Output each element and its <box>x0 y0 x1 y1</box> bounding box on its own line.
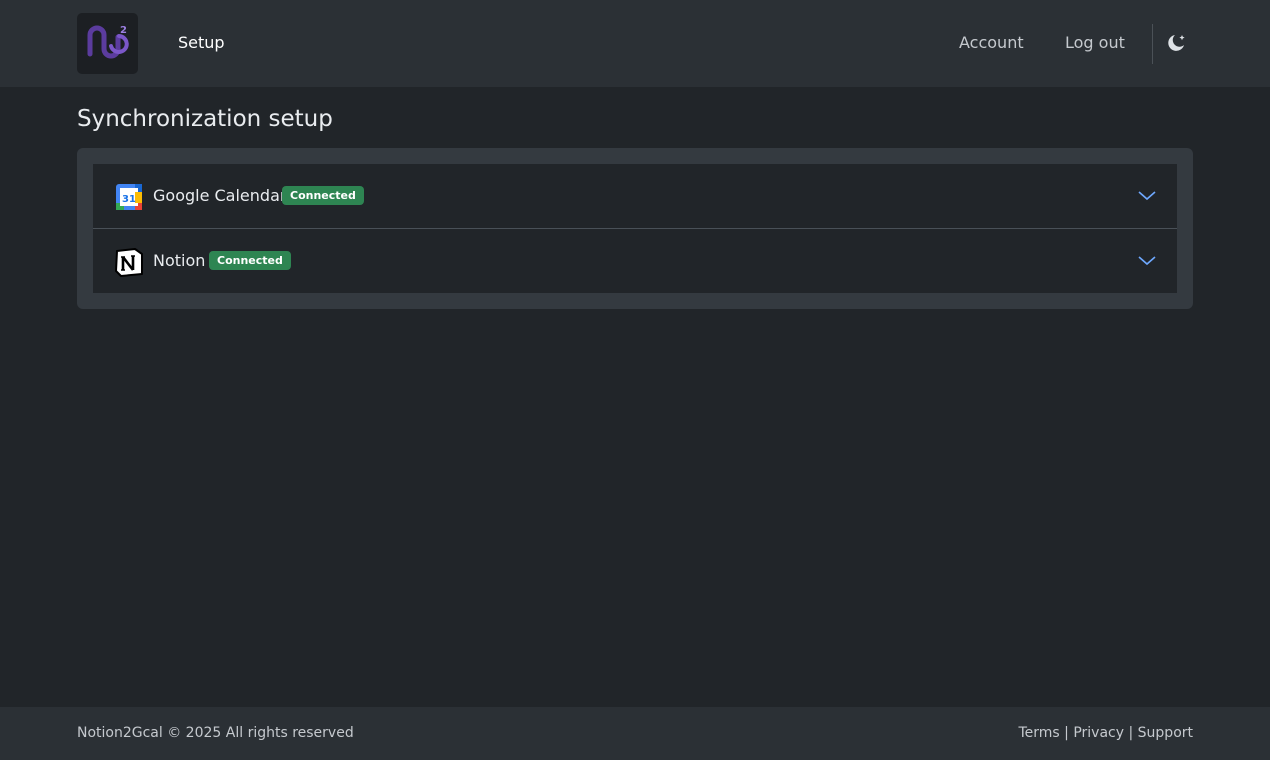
notion2gcal-logo-icon: 2 <box>87 25 129 59</box>
footer-separator: | <box>1064 725 1069 741</box>
nav-link-setup[interactable]: Setup <box>178 33 225 52</box>
moon-stars-icon <box>1168 35 1185 51</box>
theme-toggle-button[interactable] <box>1166 32 1188 54</box>
brand-logo[interactable]: 2 <box>77 13 138 74</box>
top-navbar: 2 Setup Account Log out <box>0 0 1270 87</box>
page-footer: Notion2Gcal © 2025 All rights reserved T… <box>0 707 1270 760</box>
footer-link-privacy[interactable]: Privacy <box>1073 725 1124 741</box>
integration-name-notion: Notion <box>153 251 206 270</box>
sync-setup-card: 31 Google Calendar Connected Notion Conn… <box>77 148 1193 309</box>
integration-name-google-calendar: Google Calendar <box>153 186 287 205</box>
status-badge-notion: Connected <box>209 251 291 270</box>
chevron-down-icon[interactable] <box>1137 253 1157 267</box>
nav-link-logout[interactable]: Log out <box>1065 33 1125 52</box>
nav-divider <box>1152 24 1153 64</box>
calendar-day-number: 31 <box>122 194 136 205</box>
footer-links: Terms | Privacy | Support <box>1018 725 1193 741</box>
footer-copyright: Notion2Gcal © 2025 All rights reserved <box>77 725 354 741</box>
page-title: Synchronization setup <box>77 106 333 132</box>
notion-icon <box>115 248 143 277</box>
footer-link-terms[interactable]: Terms <box>1018 725 1059 741</box>
integrations-accordion: 31 Google Calendar Connected Notion Conn… <box>93 164 1177 293</box>
status-badge-google-calendar: Connected <box>282 186 364 205</box>
footer-separator: | <box>1128 725 1134 741</box>
chevron-down-icon[interactable] <box>1137 188 1157 202</box>
nav-link-account[interactable]: Account <box>959 33 1024 52</box>
google-calendar-icon: 31 <box>116 184 142 210</box>
svg-text:2: 2 <box>120 25 127 36</box>
footer-link-support[interactable]: Support <box>1138 725 1193 741</box>
accordion-item-google-calendar[interactable]: 31 Google Calendar Connected <box>93 164 1177 229</box>
accordion-item-notion[interactable]: Notion Connected <box>93 229 1177 293</box>
